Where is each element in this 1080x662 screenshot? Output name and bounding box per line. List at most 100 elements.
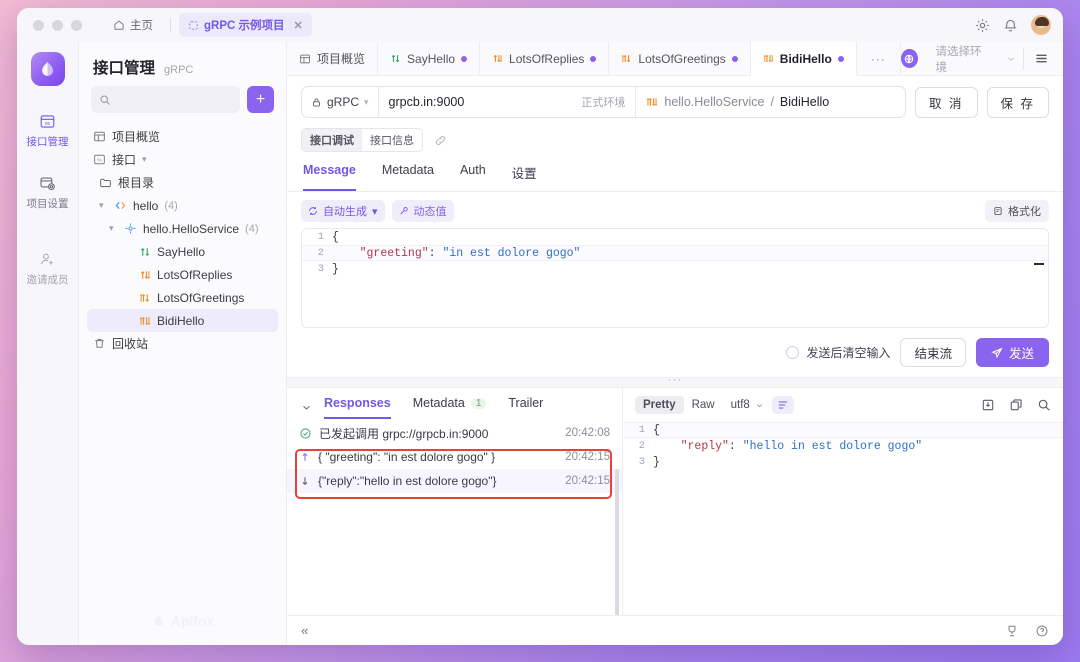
- editor-scroll-indicator[interactable]: [1034, 263, 1044, 265]
- sidebar-item-project-settings[interactable]: 项目设置: [20, 168, 76, 216]
- unsaved-dot: [732, 56, 738, 62]
- save-button[interactable]: 保 存: [987, 87, 1049, 118]
- chevron-down-icon[interactable]: [301, 402, 312, 413]
- link-icon[interactable]: [434, 134, 447, 147]
- tree-label: LotsOfGreetings: [157, 291, 244, 305]
- tree-item-trash[interactable]: 回收站: [87, 332, 278, 355]
- tab-auth[interactable]: Auth: [460, 163, 486, 191]
- tree-item-hello-helloservice[interactable]: ▾ hello.HelloService (4): [87, 217, 278, 240]
- tab-home[interactable]: 主页: [104, 13, 162, 37]
- maximize-window-button[interactable]: [71, 20, 82, 31]
- code-line: 3 }: [623, 454, 1063, 470]
- tree-item-sayhello[interactable]: SayHello: [87, 240, 278, 263]
- menu-icon[interactable]: [1024, 51, 1055, 66]
- code-line: 1 {: [623, 422, 1063, 438]
- trophy-icon[interactable]: [1005, 624, 1019, 638]
- response-body-panel: Pretty Raw utf8: [623, 388, 1063, 615]
- request-tabs: Message Metadata Auth 设置: [287, 156, 1063, 192]
- tab-label: LotsOfGreetings: [638, 52, 725, 66]
- segment-debug[interactable]: 接口调试: [302, 129, 362, 151]
- tree-item-project-overview[interactable]: 项目概览: [87, 125, 278, 148]
- response-body-editor[interactable]: 1 { 2 "reply": "hello in est dolore gogo…: [623, 420, 1063, 615]
- chevron-down-icon[interactable]: ▾: [142, 154, 151, 165]
- search-box[interactable]: [91, 86, 240, 113]
- sidebar-item-api-management[interactable]: 96 接口管理: [20, 106, 76, 154]
- dynamic-value-button[interactable]: 动态值: [392, 200, 454, 222]
- help-icon[interactable]: [1035, 624, 1049, 638]
- tree-item-interface[interactable]: % 接口 ▾: [87, 148, 278, 171]
- tab-message[interactable]: Message: [303, 163, 356, 191]
- view-raw[interactable]: Raw: [684, 396, 723, 414]
- line-number: 1: [302, 231, 332, 243]
- add-button[interactable]: +: [247, 86, 274, 113]
- request-body-editor[interactable]: 1 { 2 "greeting": "in est dolore gogo" 3…: [301, 228, 1049, 328]
- auto-generate-button[interactable]: 自动生成 ▾: [301, 200, 385, 222]
- bell-icon[interactable]: [1003, 18, 1018, 33]
- segment-info[interactable]: 接口信息: [362, 129, 422, 151]
- tab-request-settings[interactable]: 设置: [512, 163, 537, 191]
- clear-after-send-checkbox[interactable]: 发送后清空输入: [786, 344, 890, 361]
- request-editor-wrap: 自动生成 ▾ 动态值: [287, 192, 1063, 328]
- tab-metadata[interactable]: Metadata: [382, 163, 434, 191]
- format-button[interactable]: 格式化: [985, 200, 1049, 222]
- send-button[interactable]: 发送: [976, 338, 1049, 367]
- log-row-response[interactable]: {"reply":"hello in est dolore gogo"} 20:…: [287, 469, 622, 493]
- response-log-list: 已发起调用 grpc://grpcb.in:9000 20:42:08 { "g…: [287, 419, 622, 615]
- chevron-down-icon[interactable]: ▾: [109, 223, 118, 234]
- method-field[interactable]: hello.HelloService / BidiHello: [636, 87, 905, 117]
- tab-lotsofgreetings[interactable]: LotsOfGreetings: [609, 42, 750, 75]
- search-icon[interactable]: [1037, 398, 1051, 412]
- tree-label: 接口: [112, 151, 136, 168]
- save-icon[interactable]: [981, 398, 995, 412]
- word-wrap-icon[interactable]: [772, 396, 794, 414]
- tab-lotsofreplies[interactable]: LotsOfReplies: [480, 42, 609, 75]
- svg-text:%: %: [97, 158, 102, 164]
- window-traffic-lights[interactable]: [27, 20, 82, 31]
- encoding-select[interactable]: utf8: [731, 399, 764, 411]
- tree-label: 项目概览: [112, 128, 160, 145]
- environment-globe-icon[interactable]: [901, 49, 918, 68]
- checkbox-icon[interactable]: [786, 346, 799, 359]
- chevron-down-icon[interactable]: ▾: [99, 200, 108, 211]
- tree-item-bidihello[interactable]: BidiHello: [87, 309, 278, 332]
- chevron-down-icon[interactable]: ▾: [372, 205, 378, 218]
- bidi-stream-icon: [763, 53, 774, 64]
- gear-icon[interactable]: [975, 18, 990, 33]
- tree-item-lotsofgreetings[interactable]: LotsOfGreetings: [87, 286, 278, 309]
- protocol-select[interactable]: gRPC ▾: [302, 87, 379, 117]
- tab-responses[interactable]: Responses: [324, 396, 391, 419]
- request-url-row: gRPC ▾ grpcb.in:9000 正式环境: [287, 76, 1063, 124]
- request-mode-segmented[interactable]: 接口调试 接口信息: [301, 128, 423, 152]
- copy-icon[interactable]: [1009, 398, 1023, 412]
- tree-label: 回收站: [112, 335, 148, 352]
- search-input[interactable]: [117, 94, 232, 106]
- log-row-request[interactable]: { "greeting": "in est dolore gogo" } 20:…: [287, 445, 622, 469]
- log-row-invoke[interactable]: 已发起调用 grpc://grpcb.in:9000 20:42:08: [287, 421, 622, 445]
- tab-response-metadata[interactable]: Metadata 1: [413, 396, 487, 419]
- avatar[interactable]: [1031, 15, 1051, 35]
- tab-bidihello[interactable]: BidiHello: [751, 42, 857, 76]
- minimize-window-button[interactable]: [52, 20, 63, 31]
- tab-sayhello[interactable]: SayHello: [378, 42, 480, 75]
- metadata-count-badge: 1: [471, 398, 487, 409]
- collapse-sidebar-button[interactable]: «: [301, 623, 308, 638]
- cancel-button[interactable]: 取 消: [915, 87, 977, 118]
- tab-overflow-button[interactable]: ···: [857, 42, 901, 75]
- close-window-button[interactable]: [33, 20, 44, 31]
- environment-select[interactable]: 请选择环境: [927, 48, 1024, 70]
- split-handle[interactable]: [287, 377, 1063, 387]
- close-icon[interactable]: ✕: [294, 19, 303, 32]
- sidebar-item-invite-member[interactable]: 邀请成员: [20, 244, 76, 292]
- tab-grpc-project[interactable]: gRPC 示例项目 ✕: [179, 13, 312, 37]
- end-stream-button[interactable]: 结束流: [900, 338, 966, 367]
- host-field[interactable]: grpcb.in:9000 正式环境: [379, 87, 637, 117]
- titlebar-actions: [975, 8, 1051, 42]
- tab-trailer[interactable]: Trailer: [508, 396, 543, 419]
- response-view-segmented[interactable]: Pretty Raw: [635, 396, 723, 414]
- view-pretty[interactable]: Pretty: [635, 396, 684, 414]
- tree-item-lotsofreplies[interactable]: LotsOfReplies: [87, 263, 278, 286]
- response-log-scrollbar[interactable]: [615, 469, 619, 615]
- tab-project-overview[interactable]: 项目概览: [287, 42, 378, 75]
- tree-item-hello-proto[interactable]: ▾ hello (4): [87, 194, 278, 217]
- tree-item-root-directory[interactable]: 根目录: [87, 171, 278, 194]
